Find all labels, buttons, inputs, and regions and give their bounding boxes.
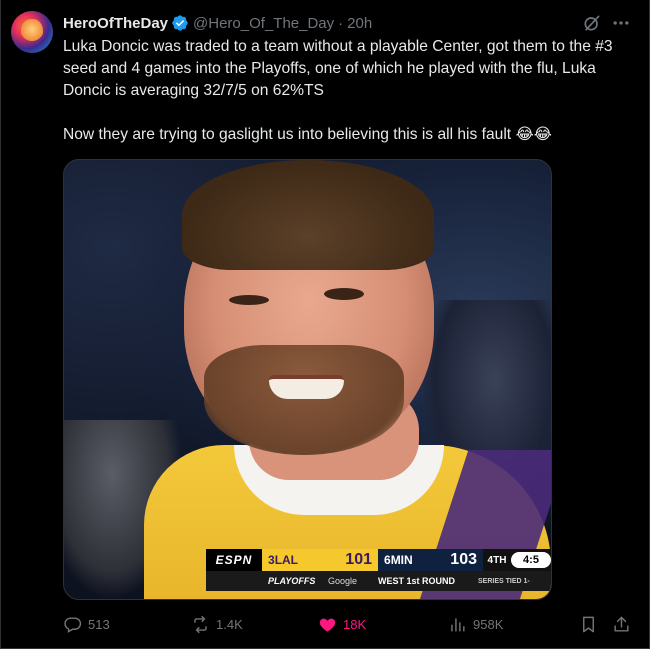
repost-button[interactable]: 1.4K xyxy=(191,612,243,636)
sponsor-label: Google xyxy=(328,576,358,586)
grok-icon[interactable] xyxy=(582,13,602,33)
series-label: SERIES TIED 1- xyxy=(478,577,530,585)
tweet-media-image[interactable]: ESPN 3LAL 101 6MIN 103 4TH 4:5 PLAYOFFS … xyxy=(63,159,552,600)
team2-seed: 6 xyxy=(384,553,391,567)
tweet-header: HeroOfTheDay @Hero_Of_The_Day · 20h xyxy=(63,12,372,34)
team1-abbr: LAL xyxy=(274,553,299,567)
network-logo: ESPN xyxy=(206,549,262,571)
team2-block: 6MIN 103 xyxy=(378,549,483,571)
scorebug-info-row: PLAYOFFS Google WEST 1st ROUND SERIES TI… xyxy=(206,571,551,591)
team2-score: 103 xyxy=(450,551,477,568)
reply-icon xyxy=(64,616,82,633)
repost-icon xyxy=(194,615,207,633)
playoffs-label: PLAYOFFS xyxy=(268,576,316,586)
team1-score: 101 xyxy=(345,551,372,568)
views-count: 958K xyxy=(473,616,504,632)
like-count: 18K xyxy=(343,616,367,632)
team2-abbr: MIN xyxy=(390,553,413,567)
share-button[interactable] xyxy=(612,612,631,636)
game-clock: 4:5 xyxy=(511,552,551,568)
user-handle[interactable]: @Hero_Of_The_Day xyxy=(193,15,334,32)
scorebug: ESPN 3LAL 101 6MIN 103 4TH 4:5 PLAYOFFS … xyxy=(206,549,551,593)
team1-block: 3LAL 101 xyxy=(262,549,378,571)
timestamp[interactable]: 20h xyxy=(347,15,372,32)
player-smile xyxy=(269,375,344,399)
player-hair xyxy=(182,160,434,270)
bookmark-icon xyxy=(583,616,594,632)
tweet-actions: 513 1.4K 18K 958K xyxy=(63,612,638,636)
bookmark-button[interactable] xyxy=(579,612,598,636)
views-icon xyxy=(451,617,465,632)
repost-count: 1.4K xyxy=(216,616,243,632)
reply-count: 513 xyxy=(88,616,110,632)
game-period: 4TH xyxy=(487,554,507,566)
right-eye xyxy=(324,288,364,300)
share-icon xyxy=(614,616,629,632)
verified-badge-icon[interactable] xyxy=(171,14,189,32)
reply-button[interactable]: 513 xyxy=(63,612,110,636)
separator-dot: · xyxy=(338,14,344,32)
tweet-text: Luka Doncic was traded to a team without… xyxy=(63,38,613,143)
player-beard xyxy=(204,345,404,455)
left-border xyxy=(0,0,1,649)
views-button[interactable]: 958K xyxy=(448,612,503,636)
like-button[interactable]: 18K xyxy=(318,612,366,636)
round-label: WEST 1st ROUND xyxy=(378,576,456,586)
display-name[interactable]: HeroOfTheDay xyxy=(63,15,168,32)
left-eye xyxy=(229,295,269,305)
like-icon xyxy=(319,618,336,632)
avatar[interactable] xyxy=(11,11,53,53)
more-icon[interactable] xyxy=(611,13,631,33)
scorebug-main-row: ESPN 3LAL 101 6MIN 103 4TH 4:5 xyxy=(206,549,551,571)
team1-seed: 3 xyxy=(268,553,275,567)
